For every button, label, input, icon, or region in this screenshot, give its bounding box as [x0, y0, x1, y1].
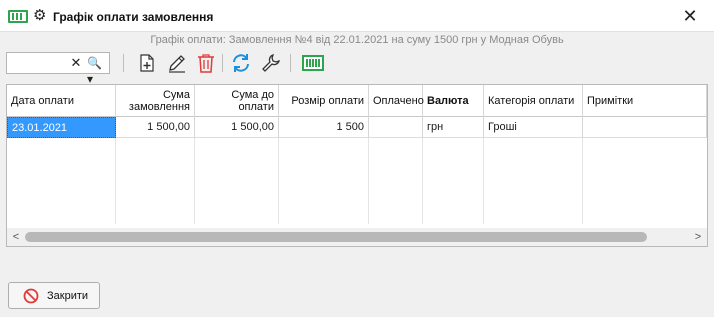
- column-header-date[interactable]: Дата оплати: [7, 85, 116, 117]
- trash-icon: [198, 54, 214, 73]
- close-button-label: Закрити: [47, 289, 89, 302]
- column-header-paid[interactable]: Оплачено: [369, 85, 424, 117]
- title-bar: ⚙ Графік оплати замовлення ✕: [0, 0, 714, 32]
- toolbar-separator: [123, 54, 124, 72]
- gear-icon: ⚙: [33, 7, 47, 24]
- column-gridline: [278, 138, 279, 224]
- cell-date[interactable]: 23.01.2021: [7, 117, 116, 138]
- column-header-currency[interactable]: Валюта: [423, 85, 484, 117]
- table-row[interactable]: 23.01.2021 1 500,00 1 500,00 1 500 грн Гроші: [7, 117, 707, 138]
- search-mode-dropdown-icon[interactable]: 🔍▾: [87, 55, 107, 86]
- column-gridline: [582, 138, 583, 224]
- search-input[interactable]: [9, 55, 67, 71]
- pencil-icon: [169, 55, 185, 73]
- cell-due-sum[interactable]: 1 500,00: [195, 117, 279, 138]
- toolbar-separator: [222, 54, 223, 72]
- payment-schedule-grid: Дата оплати Сума замовлення Сума до оплати…: [6, 84, 708, 247]
- scroll-left-icon[interactable]: <: [9, 230, 23, 244]
- cell-order-sum[interactable]: 1 500,00: [116, 117, 195, 138]
- toolbar-separator: [290, 54, 291, 72]
- close-icon[interactable]: ✕: [680, 6, 700, 26]
- add-document-icon: [140, 54, 154, 72]
- cell-paid[interactable]: [369, 117, 423, 138]
- wrench-icon: [262, 54, 280, 72]
- window-title: Графік оплати замовлення: [53, 10, 214, 24]
- column-gridline: [368, 138, 369, 224]
- edit-button[interactable]: [166, 52, 188, 74]
- column-gridline: [483, 138, 484, 224]
- scroll-right-icon[interactable]: >: [691, 230, 705, 244]
- grid-header: Дата оплати Сума замовлення Сума до оплати…: [7, 85, 707, 117]
- money-icon: [8, 10, 28, 23]
- toolbar: ✕ 🔍▾: [0, 50, 714, 86]
- money-icon: [302, 55, 324, 71]
- clear-search-icon[interactable]: ✕: [69, 55, 83, 71]
- cell-notes[interactable]: [583, 117, 707, 138]
- add-button[interactable]: [136, 52, 158, 74]
- column-header-order-sum[interactable]: Сума замовлення: [116, 85, 195, 117]
- cell-currency[interactable]: грн: [423, 117, 484, 138]
- close-button[interactable]: Закрити: [8, 282, 100, 309]
- cell-category[interactable]: Гроші: [484, 117, 583, 138]
- horizontal-scrollbar[interactable]: < >: [7, 228, 707, 246]
- schedule-subtitle: Графік оплати: Замовлення №4 від 22.01.2…: [150, 34, 564, 46]
- delete-button[interactable]: [195, 52, 217, 74]
- refresh-icon: [233, 54, 249, 72]
- payments-button[interactable]: [302, 52, 324, 74]
- column-gridline: [422, 138, 423, 224]
- settings-button[interactable]: [260, 52, 282, 74]
- cell-payment-size[interactable]: 1 500: [279, 117, 369, 138]
- column-gridline: [115, 138, 116, 224]
- search-box: ✕ 🔍▾: [6, 52, 110, 86]
- column-header-payment-size[interactable]: Розмір оплати: [279, 85, 369, 117]
- column-gridline: [194, 138, 195, 224]
- column-header-category[interactable]: Категорія оплати: [484, 85, 583, 117]
- scrollbar-thumb[interactable]: [25, 232, 647, 242]
- refresh-button[interactable]: [230, 52, 252, 74]
- forbidden-icon: [23, 288, 39, 303]
- column-header-due-sum[interactable]: Сума до оплати: [195, 85, 279, 117]
- column-header-notes[interactable]: Примітки: [583, 85, 707, 117]
